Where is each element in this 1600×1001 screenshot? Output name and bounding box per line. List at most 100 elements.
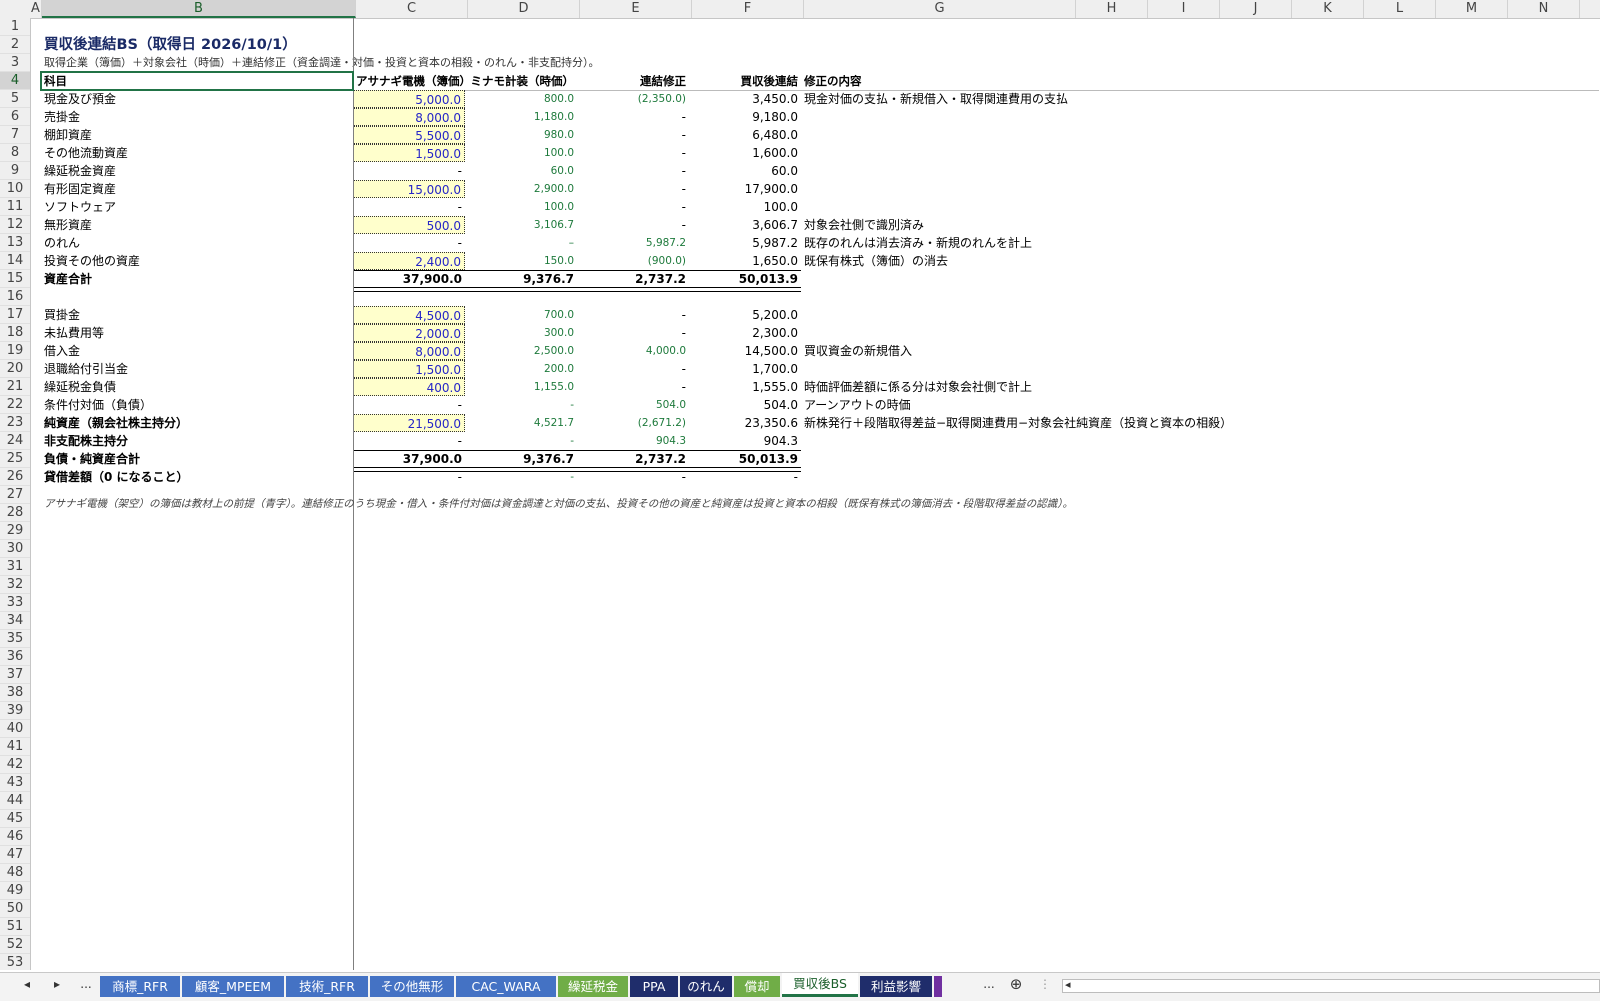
row-header-40[interactable]: 40 — [0, 720, 30, 738]
row-header-21[interactable]: 21 — [0, 378, 30, 396]
column-header-n[interactable]: N — [1508, 0, 1580, 18]
cell-acquirer-value[interactable]: 5,000.0 — [353, 90, 465, 108]
cell-consolidated-value[interactable]: 100.0 — [689, 198, 801, 216]
sheet-tab-10[interactable]: 利益影響 — [860, 976, 932, 997]
cell-acquirer-value[interactable]: 400.0 — [353, 378, 465, 396]
cell-acquirer-value[interactable]: 1,500.0 — [353, 144, 465, 162]
header-adjustment[interactable]: 連結修正 — [577, 72, 689, 90]
cell-adjustment-value[interactable]: 4,000.0 — [577, 342, 689, 360]
row-item-label[interactable]: 退職給付引当金 — [41, 360, 341, 378]
sheet-tab-5[interactable]: 繰延税金 — [558, 976, 628, 997]
cell-acquirer-value[interactable]: 37,900.0 — [353, 450, 465, 468]
header-target[interactable]: ミナモ計装（時価） — [465, 72, 577, 90]
cell-consolidated-value[interactable]: 50,013.9 — [689, 270, 801, 288]
column-header-b[interactable]: B — [42, 0, 356, 18]
row-header-2[interactable]: 2 — [0, 36, 30, 54]
cell-consolidated-value[interactable]: 5,987.2 — [689, 234, 801, 252]
row-header-11[interactable]: 11 — [0, 198, 30, 216]
column-header-c[interactable]: C — [356, 0, 468, 18]
row-item-label[interactable]: 無形資産 — [41, 216, 341, 234]
sheet-title[interactable]: 買収後連結BS（取得日 2026/10/1） — [41, 36, 300, 54]
cell-adjustment-value[interactable]: - — [577, 216, 689, 234]
cell-target-value[interactable]: 100.0 — [465, 198, 577, 216]
row-header-41[interactable]: 41 — [0, 738, 30, 756]
row-header-27[interactable]: 27 — [0, 486, 30, 504]
cell-consolidated-value[interactable]: 1,555.0 — [689, 378, 801, 396]
row-header-25[interactable]: 25 — [0, 450, 30, 468]
row-header-45[interactable]: 45 — [0, 810, 30, 828]
cell-acquirer-value[interactable]: 500.0 — [353, 216, 465, 234]
row-header-5[interactable]: 5 — [0, 90, 30, 108]
active-cell-b4[interactable] — [40, 71, 354, 91]
cell-consolidated-value[interactable]: 3,450.0 — [689, 90, 801, 108]
row-header-7[interactable]: 7 — [0, 126, 30, 144]
cell-adjustment-value[interactable]: - — [577, 180, 689, 198]
cell-consolidated-value[interactable]: 1,650.0 — [689, 252, 801, 270]
row-header-20[interactable]: 20 — [0, 360, 30, 378]
row-header-32[interactable]: 32 — [0, 576, 30, 594]
cell-target-value[interactable]: - — [465, 432, 577, 450]
cell-consolidated-value[interactable]: 5,200.0 — [689, 306, 801, 324]
row-header-23[interactable]: 23 — [0, 414, 30, 432]
cell-target-value[interactable]: 1,155.0 — [465, 378, 577, 396]
cell-adjustment-value[interactable]: - — [577, 162, 689, 180]
row-header-48[interactable]: 48 — [0, 864, 30, 882]
sheet-tab-1[interactable]: 顧客_MPEEM — [182, 976, 284, 997]
cell-target-value[interactable]: 9,376.7 — [465, 450, 577, 468]
spreadsheet-grid[interactable]: ABCDEFGHIJKLMN 1 2 3 4 5 6 7 8 9 10 11 12 13 14 15 16 17… — [0, 0, 1600, 970]
row-header-47[interactable]: 47 — [0, 846, 30, 864]
cell-acquirer-value[interactable]: 37,900.0 — [353, 270, 465, 288]
cell-consolidated-value[interactable]: 904.3 — [689, 432, 801, 450]
cell-adjustment-value[interactable]: (900.0) — [577, 252, 689, 270]
row-item-label[interactable]: 未払費用等 — [41, 324, 341, 342]
cell-adjustment-value[interactable]: - — [577, 126, 689, 144]
cell-target-value[interactable]: 2,900.0 — [465, 180, 577, 198]
cell-acquirer-value[interactable]: 4,500.0 — [353, 306, 465, 324]
cell-adjustment-value[interactable]: - — [577, 108, 689, 126]
row-item-label[interactable]: 負債・純資産合計 — [41, 450, 341, 468]
row-header-35[interactable]: 35 — [0, 630, 30, 648]
column-header-j[interactable]: J — [1220, 0, 1292, 18]
cell-acquirer-value[interactable]: - — [353, 396, 465, 414]
cell-target-value[interactable]: - — [465, 396, 577, 414]
header-description[interactable]: 修正の内容 — [801, 72, 1001, 90]
row-item-label[interactable]: 投資その他の資産 — [41, 252, 341, 270]
cell-target-value[interactable]: 9,376.7 — [465, 270, 577, 288]
row-item-label[interactable]: 繰延税金負債 — [41, 378, 341, 396]
sheet-tab-2[interactable]: 技術_RFR — [286, 976, 368, 997]
cell-adjustment-value[interactable]: 504.0 — [577, 396, 689, 414]
column-header-m[interactable]: M — [1436, 0, 1508, 18]
cell-adjustment-value[interactable]: - — [577, 468, 689, 486]
cell-target-value[interactable]: 60.0 — [465, 162, 577, 180]
cell-acquirer-value[interactable]: 21,500.0 — [353, 414, 465, 432]
row-header-3[interactable]: 3 — [0, 54, 30, 72]
sheet-tab-6[interactable]: PPA — [630, 976, 678, 997]
row-item-label[interactable]: 純資産（親会社株主持分） — [41, 414, 341, 432]
cell-consolidated-value[interactable]: 9,180.0 — [689, 108, 801, 126]
cell-target-value[interactable]: 100.0 — [465, 144, 577, 162]
header-consolidated[interactable]: 買収後連結 — [689, 72, 801, 90]
row-header-50[interactable]: 50 — [0, 900, 30, 918]
row-header-24[interactable]: 24 — [0, 432, 30, 450]
column-header-d[interactable]: D — [468, 0, 580, 18]
cell-adjustment-value[interactable]: - — [577, 198, 689, 216]
row-item-label[interactable]: 条件付対価（負債） — [41, 396, 341, 414]
cell-acquirer-value[interactable]: - — [353, 432, 465, 450]
cell-consolidated-value[interactable]: - — [689, 468, 801, 486]
cell-consolidated-value[interactable]: 17,900.0 — [689, 180, 801, 198]
cell-acquirer-value[interactable]: 5,500.0 — [353, 126, 465, 144]
scroll-left-arrow-icon[interactable]: ◂ — [1065, 978, 1071, 991]
row-header-53[interactable]: 53 — [0, 954, 30, 970]
cell-description[interactable]: アーンアウトの時価 — [801, 396, 914, 414]
row-item-label[interactable]: 現金及び預金 — [41, 90, 341, 108]
row-item-label[interactable]: 買掛金 — [41, 306, 341, 324]
cell-consolidated-value[interactable]: 50,013.9 — [689, 450, 801, 468]
row-item-label[interactable]: 売掛金 — [41, 108, 341, 126]
cell-target-value[interactable]: - — [465, 468, 577, 486]
row-header-15[interactable]: 15 — [0, 270, 30, 288]
cell-adjustment-value[interactable]: - — [577, 360, 689, 378]
row-header-42[interactable]: 42 — [0, 756, 30, 774]
cell-acquirer-value[interactable]: 2,000.0 — [353, 324, 465, 342]
cell-description[interactable]: 現金対価の支払・新規借入・取得関連費用の支払 — [801, 90, 1071, 108]
row-header-28[interactable]: 28 — [0, 504, 30, 522]
